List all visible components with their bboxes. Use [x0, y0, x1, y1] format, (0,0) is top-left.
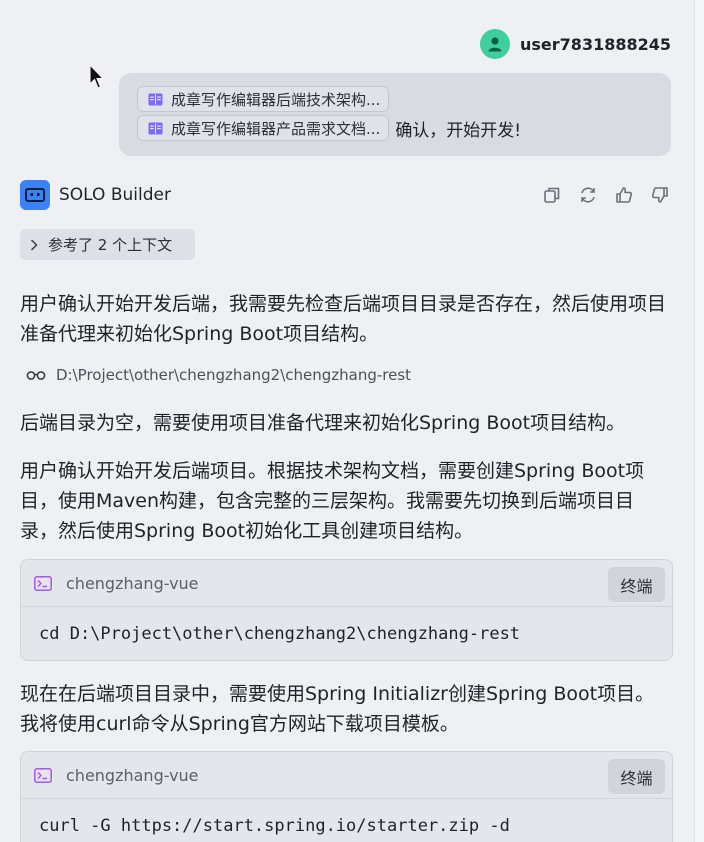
command-text: cd D:\Project\other\chengzhang2\chengzha…: [39, 623, 521, 644]
copy-icon[interactable]: [541, 184, 563, 206]
command-text: curl -G https://start.spring.io/starter.…: [39, 815, 510, 836]
reference-line: 成章写作编辑器后端技术架构...: [137, 85, 655, 113]
chevron-right-icon: [30, 238, 38, 251]
command-cwd: chengzhang-vue: [66, 573, 199, 593]
message-actions: [541, 184, 671, 206]
chat-page: user7831888245 成章写作编辑器后端技术架构... 成章写作编辑器产…: [0, 0, 704, 842]
assistant-name: SOLO Builder: [59, 185, 171, 205]
assistant-paragraph: 用户确认开始开发后端项目。根据技术架构文档，需要创建Spring Boot项目，…: [20, 460, 645, 542]
doc-icon: [148, 122, 163, 134]
command-cwd: chengzhang-vue: [66, 765, 199, 785]
command-block: chengzhang-vue 终端 cd D:\Project\other\ch…: [20, 559, 673, 661]
assistant-paragraph: 用户确认开始开发后端，我需要先检查后端项目目录是否存在，然后使用项目准备代理来初…: [20, 293, 667, 345]
context-label: 参考了 2 个上下文: [48, 236, 173, 254]
user-name: user7831888245: [520, 34, 671, 54]
user-icon: [488, 37, 502, 52]
assistant-header: SOLO Builder: [20, 180, 671, 210]
reference-chip-label: 成章写作编辑器产品需求文档...: [171, 119, 381, 138]
assistant-paragraph: 现在在后端项目目录中，需要使用Spring Initializr创建Spring…: [20, 683, 655, 735]
refresh-icon[interactable]: [577, 184, 599, 206]
command-block-header: chengzhang-vue 终端: [21, 752, 672, 799]
open-terminal-button[interactable]: 终端: [608, 567, 665, 602]
assistant-paragraph: 后端目录为空，需要使用项目准备代理来初始化Spring Boot项目结构。: [20, 412, 626, 434]
doc-icon: [148, 93, 163, 105]
user-message-text: 确认，开始开发!: [395, 120, 522, 141]
viewed-path-text: D:\Project\other\chengzhang2\chengzhang-…: [56, 366, 412, 384]
thumbs-up-icon[interactable]: [613, 184, 635, 206]
mouse-cursor-icon: [89, 64, 105, 89]
thumbs-down-icon[interactable]: [649, 184, 671, 206]
viewed-directory[interactable]: D:\Project\other\chengzhang2\chengzhang-…: [26, 366, 411, 384]
reference-chip-architecture[interactable]: 成章写作编辑器后端技术架构...: [137, 86, 390, 112]
glasses-icon: [26, 371, 46, 380]
context-toggle[interactable]: 参考了 2 个上下文: [20, 229, 195, 260]
reference-chip-label: 成章写作编辑器后端技术架构...: [171, 90, 381, 109]
command-block: chengzhang-vue 终端 curl -G https://start.…: [20, 751, 673, 842]
reference-chip-requirements[interactable]: 成章写作编辑器产品需求文档...: [137, 115, 390, 141]
terminal-icon: [34, 575, 52, 591]
user-avatar[interactable]: [480, 29, 511, 59]
scrollbar[interactable]: [694, 0, 704, 842]
robot-icon: [25, 188, 45, 202]
terminal-icon: [34, 767, 52, 783]
command-block-header: chengzhang-vue 终端: [21, 560, 672, 607]
open-terminal-button[interactable]: 终端: [608, 759, 665, 794]
assistant-avatar: [20, 180, 50, 210]
user-message-bubble: 成章写作编辑器后端技术架构... 成章写作编辑器产品需求文档... 确认，开始开…: [119, 73, 671, 156]
user-header: user7831888245: [480, 29, 671, 59]
reference-line: 成章写作编辑器产品需求文档... 确认，开始开发!: [137, 114, 655, 142]
